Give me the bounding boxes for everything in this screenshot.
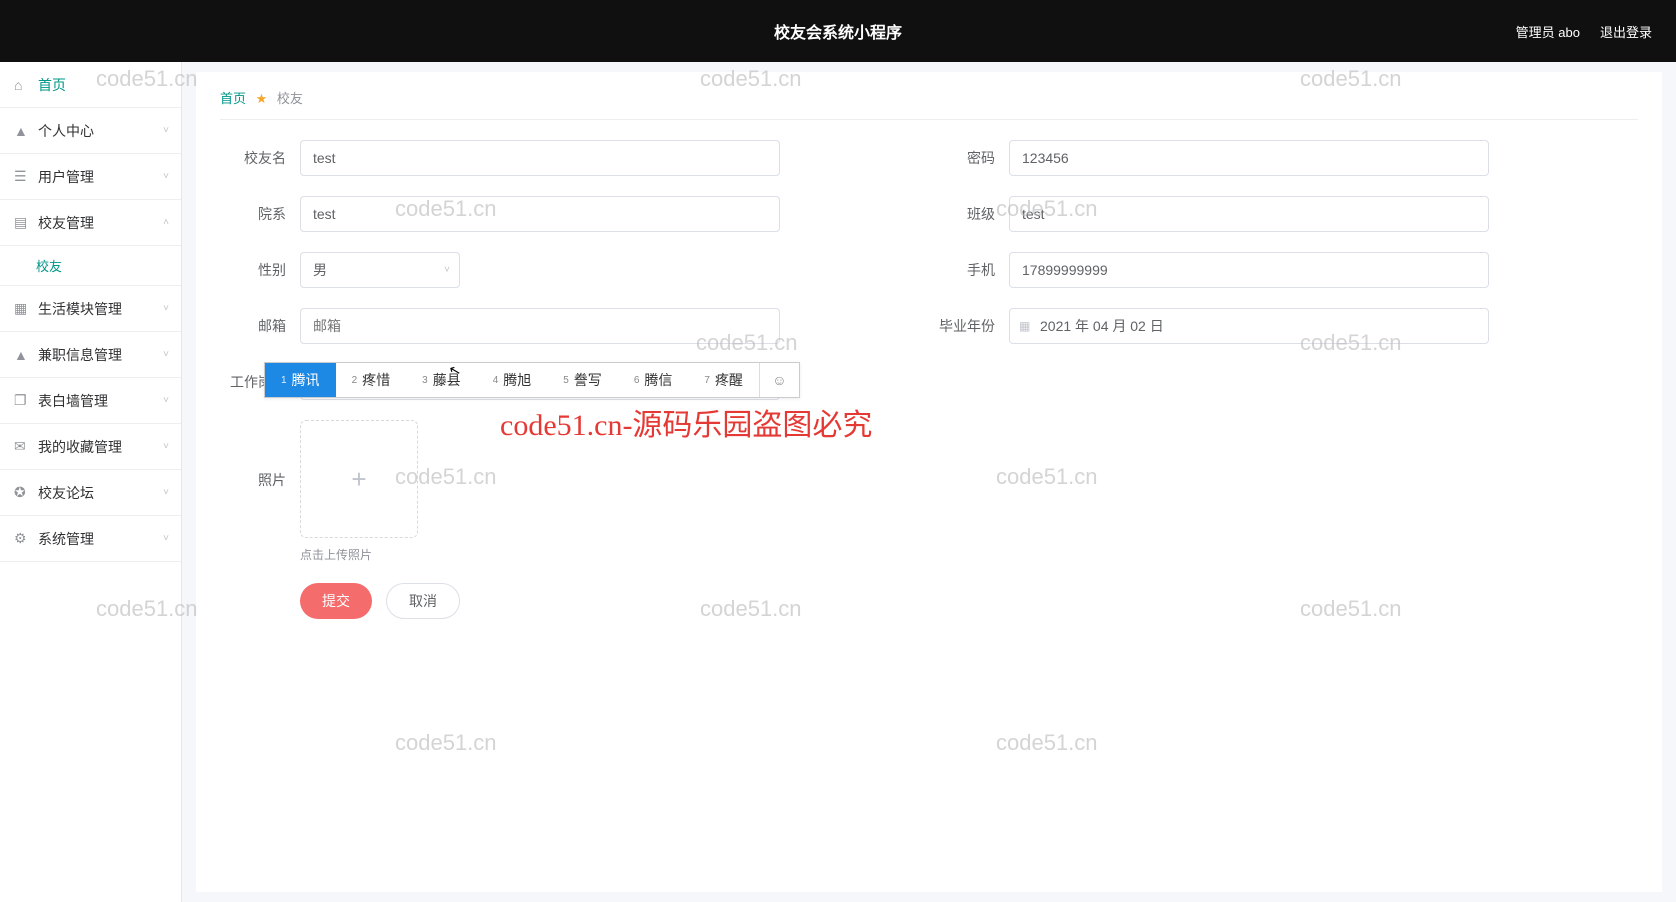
chevron-up-icon: ˄ (163, 217, 169, 228)
sidebar-item-wall[interactable]: ❐ 表白墙管理 ˅ (0, 378, 181, 424)
sidebar-subitem-alumni[interactable]: 校友 (0, 246, 181, 286)
ime-candidate-1[interactable]: 1腾讯 (265, 363, 336, 397)
class-label: 班级 (929, 204, 1009, 224)
submit-button[interactable]: 提交 (300, 583, 372, 619)
sidebar-item-profile[interactable]: ▲ 个人中心 ˅ (0, 108, 181, 154)
sidebar-item-label: 兼职信息管理 (38, 345, 122, 365)
admin-label[interactable]: 管理员 abo (1516, 22, 1580, 41)
sidebar-item-label: 系统管理 (38, 529, 94, 549)
sidebar-item-label: 首页 (38, 75, 66, 95)
class-input[interactable] (1009, 196, 1489, 232)
sidebar-item-forum[interactable]: ✪ 校友论坛 ˅ (0, 470, 181, 516)
breadcrumb: 首页 ★ 校友 (220, 88, 1638, 120)
sidebar-item-users[interactable]: ☰ 用户管理 ˅ (0, 154, 181, 200)
user-icon: ▲ (14, 123, 30, 139)
users-icon: ☰ (14, 168, 30, 185)
breadcrumb-home[interactable]: 首页 (220, 91, 246, 106)
sidebar-item-parttime[interactable]: ▲ 兼职信息管理 ˅ (0, 332, 181, 378)
app-header: 校友会系统小程序 管理员 abo 退出登录 (0, 0, 1676, 62)
sidebar: ⌂ 首页 ▲ 个人中心 ˅ ☰ 用户管理 ˅ ▤ 校友管理 ˄ 校友 ▦ 生活模… (0, 62, 182, 902)
sidebar-item-label: 生活模块管理 (38, 299, 122, 319)
chevron-down-icon: ˅ (163, 349, 169, 360)
plus-icon: + (351, 464, 366, 495)
globe-icon: ✪ (14, 484, 30, 501)
sidebar-item-favorite[interactable]: ✉ 我的收藏管理 ˅ (0, 424, 181, 470)
chevron-down-icon: ˅ (163, 487, 169, 498)
gender-select[interactable] (300, 252, 460, 288)
sidebar-item-label: 我的收藏管理 (38, 437, 122, 457)
ime-candidate-5[interactable]: 5誊写 (547, 363, 618, 397)
chevron-down-icon: ˅ (163, 533, 169, 544)
chat-icon: ✉ (14, 438, 30, 455)
sidebar-subitem-label: 校友 (36, 256, 62, 275)
chevron-down-icon: ˅ (163, 303, 169, 314)
sidebar-item-system[interactable]: ⚙ 系统管理 ˅ (0, 516, 181, 562)
ime-candidate-4[interactable]: 4腾旭 (477, 363, 548, 397)
ime-candidate-2[interactable]: 2疼惜 (336, 363, 407, 397)
sidebar-item-label: 校友管理 (38, 213, 94, 233)
phone-label: 手机 (929, 260, 1009, 280)
home-icon: ⌂ (14, 77, 30, 93)
app-title: 校友会系统小程序 (774, 19, 902, 43)
email-input[interactable] (300, 308, 780, 344)
document-icon: ▤ (14, 214, 30, 231)
copy-icon: ❐ (14, 392, 30, 409)
phone-input[interactable] (1009, 252, 1489, 288)
pwd-label: 密码 (929, 148, 1009, 168)
user-icon: ▲ (14, 347, 30, 363)
sidebar-item-alumni[interactable]: ▤ 校友管理 ˄ (0, 200, 181, 246)
photo-tip: 点击上传照片 (300, 546, 418, 563)
dept-label: 院系 (220, 204, 300, 224)
cancel-button[interactable]: 取消 (386, 583, 460, 619)
ime-candidate-bar: 1腾讯 2疼惜 3藤县 4腾旭 5誊写 6腾信 7疼醒 ☺ (264, 362, 800, 398)
dept-input[interactable] (300, 196, 780, 232)
logout-link[interactable]: 退出登录 (1600, 22, 1652, 41)
photo-label: 照片 (220, 420, 300, 490)
smile-icon: ☺ (772, 372, 786, 388)
gradyear-label: 毕业年份 (929, 316, 1009, 336)
ime-candidate-6[interactable]: 6腾信 (618, 363, 689, 397)
email-label: 邮箱 (220, 316, 300, 336)
chevron-down-icon: ˅ (163, 171, 169, 182)
ime-emoji-button[interactable]: ☺ (759, 363, 799, 397)
ime-candidate-7[interactable]: 7疼醒 (688, 363, 759, 397)
gradyear-input[interactable] (1009, 308, 1489, 344)
grid-icon: ▦ (14, 300, 30, 317)
sidebar-item-label: 用户管理 (38, 167, 94, 187)
chevron-down-icon: ˅ (163, 395, 169, 406)
star-icon: ★ (256, 91, 268, 106)
header-actions: 管理员 abo 退出登录 (1516, 22, 1652, 41)
chevron-down-icon: ˅ (163, 441, 169, 452)
chevron-down-icon: ˅ (163, 125, 169, 136)
ime-candidate-3[interactable]: 3藤县 (406, 363, 477, 397)
pwd-input[interactable] (1009, 140, 1489, 176)
breadcrumb-current: 校友 (277, 91, 303, 106)
main-content: 首页 ★ 校友 校友名 院系 性别 ˅ (196, 72, 1662, 892)
sidebar-item-label: 个人中心 (38, 121, 94, 141)
name-input[interactable] (300, 140, 780, 176)
sidebar-item-label: 表白墙管理 (38, 391, 108, 411)
photo-upload[interactable]: + (300, 420, 418, 538)
gear-icon: ⚙ (14, 530, 30, 547)
sidebar-item-home[interactable]: ⌂ 首页 (0, 62, 181, 108)
sidebar-item-life[interactable]: ▦ 生活模块管理 ˅ (0, 286, 181, 332)
gender-label: 性别 (220, 260, 300, 280)
name-label: 校友名 (220, 148, 300, 168)
sidebar-item-label: 校友论坛 (38, 483, 94, 503)
